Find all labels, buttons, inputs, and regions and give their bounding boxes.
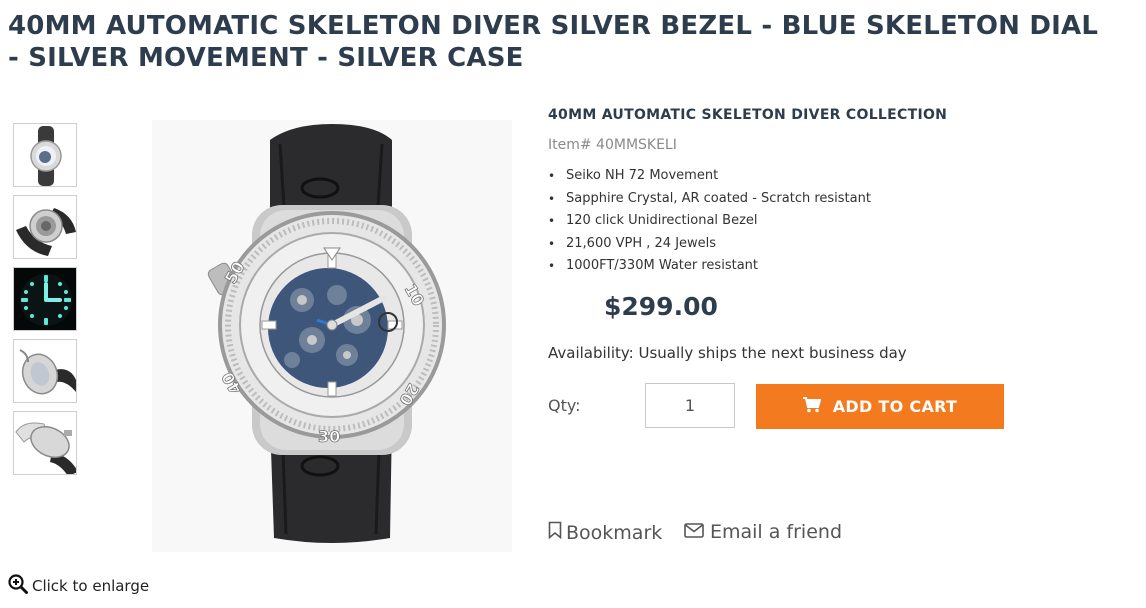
feature-item: • 21,600 VPH , 24 Jewels bbox=[548, 235, 717, 251]
envelope-icon bbox=[684, 521, 704, 543]
feature-item: • 120 click Unidirectional Bezel bbox=[548, 213, 758, 229]
thumbnail-side-view[interactable] bbox=[13, 339, 77, 403]
feature-item: • Seiko NH 72 Movement bbox=[548, 168, 719, 183]
svg-text:30: 30 bbox=[318, 427, 340, 446]
add-to-cart-button[interactable]: ADD TO CART bbox=[756, 384, 1004, 429]
zoom-in-icon bbox=[8, 574, 28, 598]
feature-list: • Seiko NH 72 Movement • Sapphire Crystal,… bbox=[548, 165, 871, 278]
quantity-label: Qty: bbox=[548, 396, 581, 415]
shopping-cart-icon bbox=[802, 396, 822, 417]
email-a-friend-link[interactable]: Email a friend bbox=[684, 521, 842, 543]
product-title: 40MM AUTOMATIC SKELETON DIVER SILVER BEZ… bbox=[8, 11, 1099, 73]
thumbnail-front-view[interactable] bbox=[13, 123, 77, 187]
feature-item: • Sapphire Crystal, AR coated - Scratch r… bbox=[548, 190, 871, 206]
bookmark-link[interactable]: Bookmark bbox=[548, 521, 662, 544]
bookmark-label: Bookmark bbox=[566, 521, 663, 544]
collection-name: 40MM AUTOMATIC SKELETON DIVER COLLECTION bbox=[548, 107, 948, 123]
email-a-friend-label: Email a friend bbox=[710, 521, 843, 543]
availability-text: Availability: Usually ships the next bus… bbox=[548, 344, 907, 362]
product-price: $299.00 bbox=[604, 292, 718, 321]
click-to-enlarge-label: Click to enlarge bbox=[32, 577, 150, 595]
quantity-input[interactable] bbox=[645, 383, 735, 428]
thumbnail-back-view[interactable] bbox=[13, 195, 77, 259]
main-product-image[interactable]: 50 10 20 30 40 bbox=[152, 120, 512, 552]
add-to-cart-label: ADD TO CART bbox=[832, 397, 958, 416]
feature-item: • 1000FT/330M Water resistant bbox=[548, 258, 758, 274]
thumbnail-crown-side-view[interactable] bbox=[13, 411, 77, 475]
click-to-enlarge-link[interactable]: Click to enlarge bbox=[8, 574, 149, 598]
thumbnail-list bbox=[13, 123, 77, 483]
thumbnail-luminous-dial[interactable] bbox=[13, 267, 77, 331]
bookmark-icon bbox=[548, 521, 562, 544]
item-number: Item# 40MMSKELI bbox=[548, 137, 677, 153]
